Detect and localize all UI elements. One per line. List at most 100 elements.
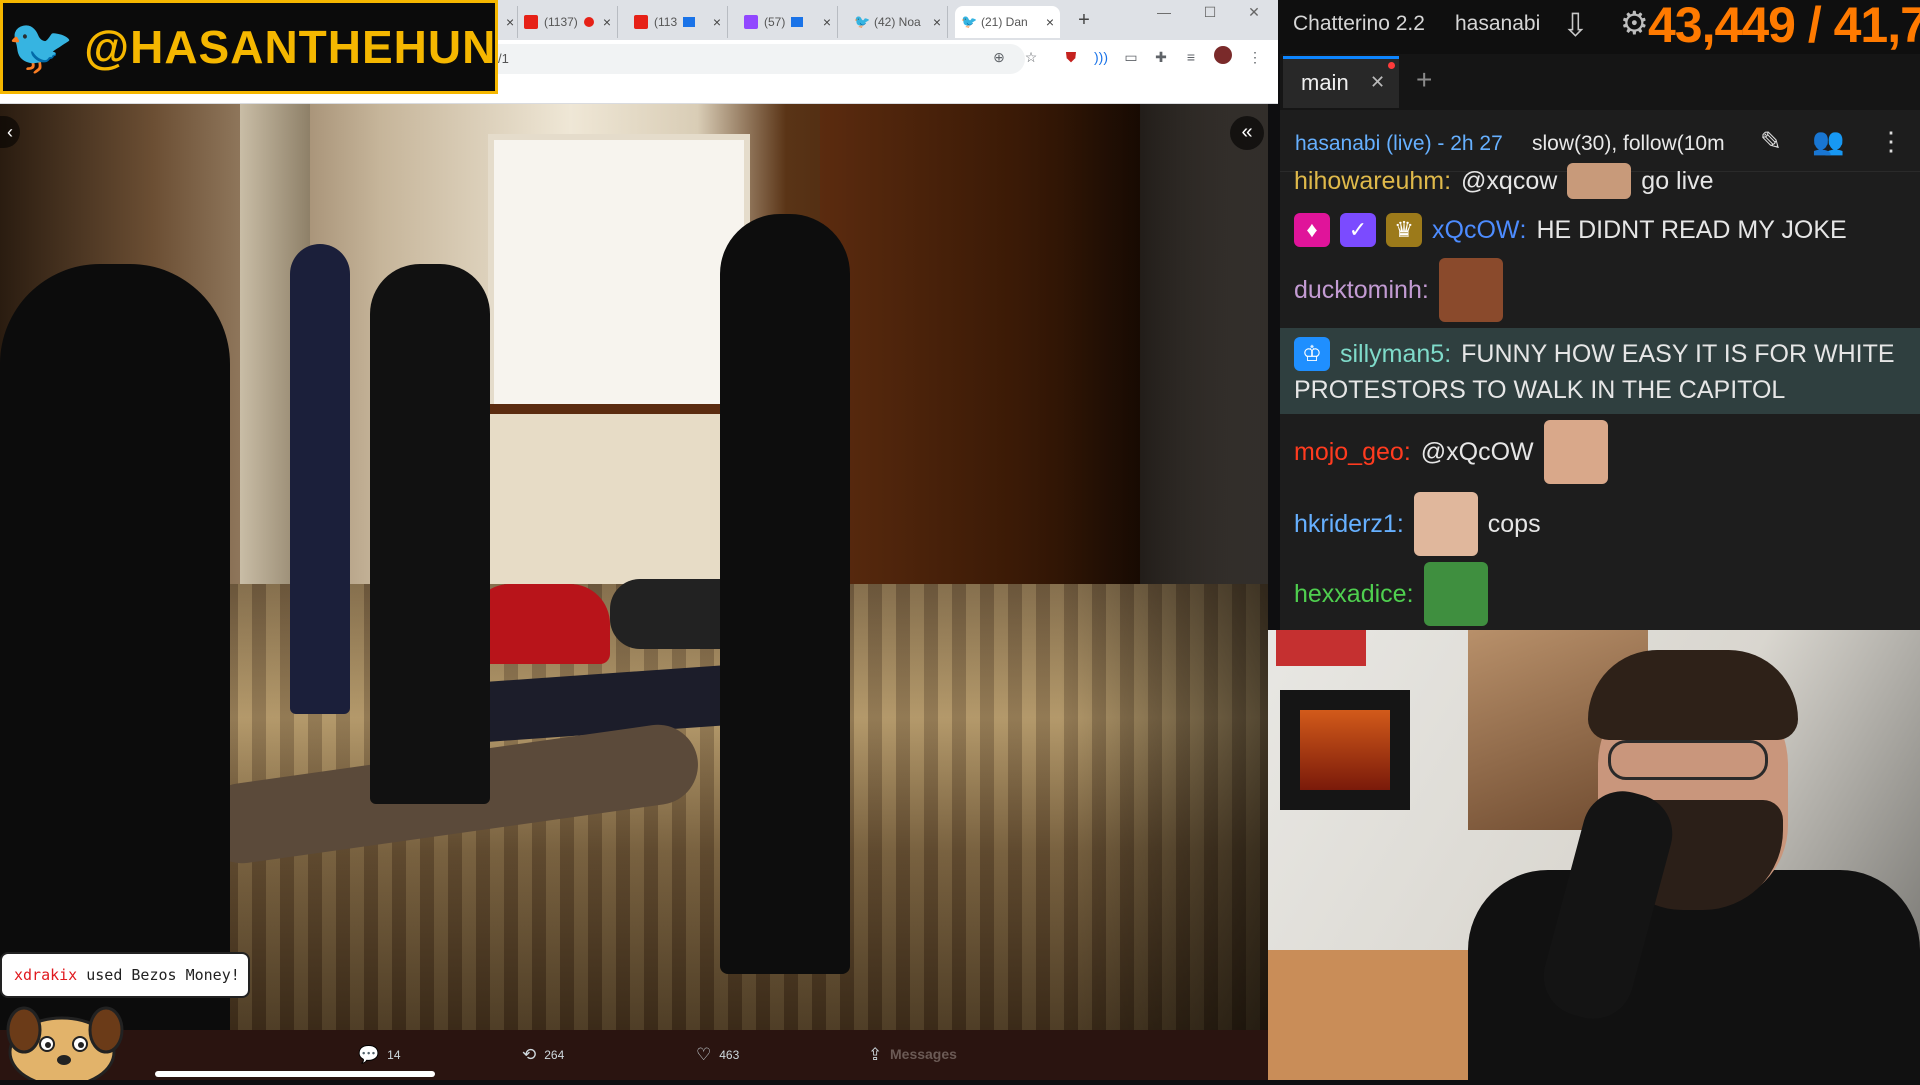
viewer-list-icon[interactable]: 👥 [1812,126,1844,157]
maximize-button[interactable]: ☐ [1196,4,1224,24]
twitch-icon [744,15,758,29]
stream-alert: xdrakix used Bezos Money! [0,952,250,998]
extensions-puzzle-icon[interactable]: ✚ [1150,46,1172,68]
browser-tab[interactable]: 🐦 (42) Noa × [848,6,948,38]
laughing-man-emote-icon [1438,258,1503,322]
minimize-button[interactable]: — [1150,4,1178,24]
chat-username[interactable]: sillyman5 [1340,340,1444,369]
face-emote-icon [1567,163,1632,199]
browser-tab[interactable]: × [500,6,518,38]
adblock-extension-icon[interactable]: ⛊ [1060,46,1082,68]
pepe-emote-icon [1423,562,1488,626]
twitter-icon: 🐦 [961,14,978,29]
cast-icon [791,17,804,27]
chat-username[interactable]: hexxadice [1294,580,1407,609]
webcam-feed [1268,630,1920,1080]
zoom-icon[interactable]: ⊕ [988,46,1010,68]
chat-message[interactable]: hexxadice: [1280,560,1920,628]
tab-label: (21) Dan [981,15,1028,29]
update-download-icon[interactable]: ⇩ [1562,6,1589,44]
unread-indicator [1388,62,1395,69]
chat-message[interactable]: hihowareuhm: @xqcow go live [1280,163,1920,199]
collapse-panel-button[interactable]: « [1230,116,1264,150]
chat-text: @xQcOW [1420,437,1534,466]
twitter-icon: 🐦 [854,14,871,29]
photo-window [488,134,750,426]
media-queue-icon[interactable]: ≡ [1180,46,1202,68]
chat-username[interactable]: hihowareuhm [1294,167,1444,196]
tab-label: (113 [654,15,678,29]
close-window-button[interactable]: ✕ [1240,4,1268,24]
profile-avatar[interactable] [1212,46,1234,68]
chat-username[interactable]: mojo_geo [1294,438,1404,467]
heart-icon: ♡ [696,1045,712,1064]
photo-officer [720,214,850,974]
gear-icon[interactable]: ⚙ [1620,4,1649,42]
messages-drawer-label[interactable]: Messages [890,1046,957,1062]
browser-tab-active[interactable]: 🐦 (21) Dan × [955,6,1060,38]
tab-close-icon[interactable]: × [933,14,941,30]
webcam-streamer-hair [1588,650,1798,740]
more-options-icon[interactable]: ⋮ [1878,126,1904,157]
chat-text: @xqcow [1461,166,1558,195]
chat-username[interactable]: hkriderz1 [1294,510,1397,539]
tab-label: (1137) [544,15,578,29]
browser-menu-icon[interactable]: ⋮ [1244,46,1266,68]
photo-shadow [1060,104,1268,1030]
chat-text: PROTESTORS TO WALK IN THE CAPITOL [1294,375,1786,404]
youtube-icon [524,15,538,29]
moderation-sword-icon[interactable]: ✎ [1760,126,1782,157]
tab-close-icon[interactable]: × [506,14,514,30]
webcam-book [1276,630,1366,666]
surprised-face-emote-icon [1413,492,1478,556]
chat-message[interactable]: mojo_geo: @xQcOW [1280,418,1920,486]
tab-label: (57) [764,15,786,29]
chat-username[interactable]: ducktominh [1294,276,1422,305]
photo-officer [290,244,350,714]
reply-count: 14 [387,1048,401,1062]
address-bar[interactable]: /1 [470,44,1025,74]
chatterino-app-title: Chatterino 2.2 [1293,12,1425,35]
extension-icon[interactable]: ▭ [1120,46,1142,68]
chat-text: HE DIDNT READ MY JOKE [1536,215,1847,244]
chat-username[interactable]: xQcOW [1432,216,1520,245]
photo-person-red-shirt [470,584,610,664]
chat-message[interactable]: ♦ ✓ ♛ xQcOW: HE DIDNT READ MY JOKE [1280,210,1920,250]
tab-close-icon[interactable]: × [823,14,831,30]
chat-message-highlighted[interactable]: ♔ sillyman5: FUNNY HOW EASY IT IS FOR WH… [1280,334,1920,374]
new-tab-button[interactable]: + [1073,8,1095,32]
add-tab-button[interactable]: + [1416,64,1432,96]
gem-badge-icon: ♦ [1294,213,1330,247]
crown-hat-badge-icon: ♛ [1386,213,1422,247]
browser-tab[interactable]: (1137) × [518,6,618,38]
reply-icon: 💬 [358,1045,380,1064]
tab-close-icon[interactable]: × [603,14,611,30]
webcam-painting [1300,710,1390,790]
chat-text: cops [1487,509,1541,538]
channel-status[interactable]: hasanabi (live) - 2h 27 [1295,132,1503,156]
chatterino-account[interactable]: hasanabi [1455,12,1540,36]
browser-tab[interactable]: (57) × [738,6,838,38]
chat-text: go live [1641,166,1714,195]
twitter-bird-icon: 🐦 [7,17,75,77]
verified-badge-icon: ✓ [1340,213,1376,247]
tab-close-icon[interactable]: × [1046,14,1054,30]
like-button[interactable]: ♡ 463 [696,1043,739,1067]
bookmark-star-icon[interactable]: ☆ [1020,46,1042,68]
reply-button[interactable]: 💬 14 [358,1043,401,1067]
close-icon[interactable]: ✕ [1370,72,1385,93]
chat-message[interactable]: ducktominh: [1280,256,1920,324]
alert-username: xdrakix [14,966,78,984]
dog-mascot-icon [2,1000,132,1085]
browser-tab[interactable]: (113 × [628,6,728,38]
retweet-button[interactable]: ⟲ 264 [522,1043,564,1067]
tweet-photo[interactable] [0,104,1268,1030]
tab-close-icon[interactable]: × [713,14,721,30]
share-button[interactable]: ⇪ [868,1043,882,1067]
chat-message[interactable]: hkriderz1: cops [1280,490,1920,558]
retweet-icon: ⟲ [522,1045,537,1064]
input-bar [155,1071,435,1077]
viewer-count-overlay: 43,449 / 41,756 [1648,0,1920,53]
audio-extension-icon[interactable]: ))) [1090,46,1112,68]
photo-officer [370,264,490,804]
